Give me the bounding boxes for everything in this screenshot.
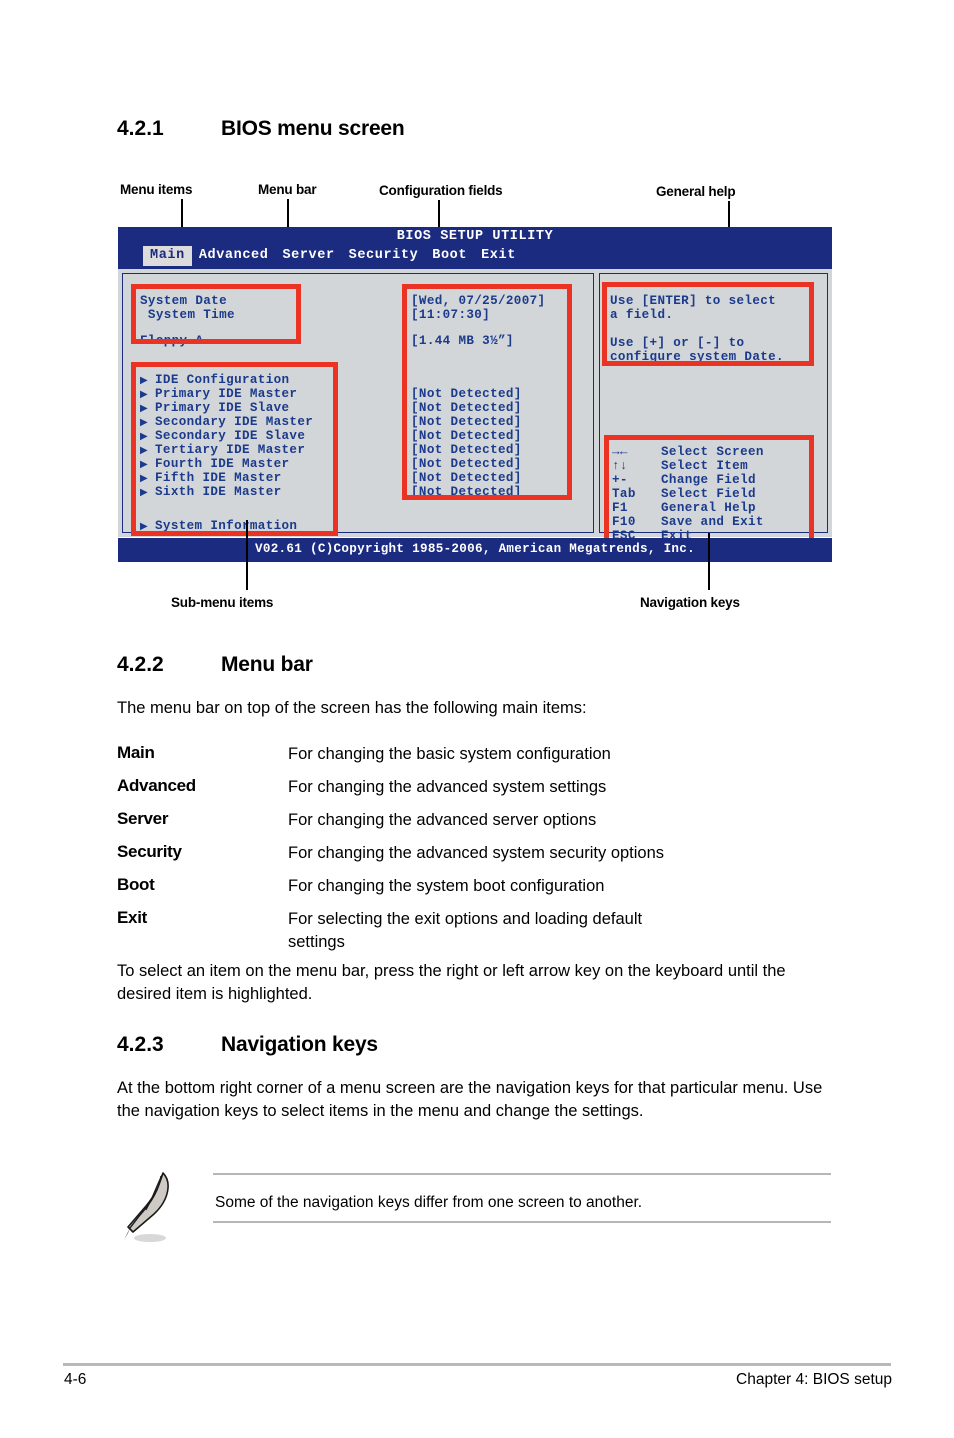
menu-bar-definition-boot: For changing the system boot configurati… bbox=[288, 877, 605, 895]
section-423-number: 4.2.3 bbox=[117, 1033, 164, 1056]
menu-bar-definition-exit: For selecting the exit options and loadi… bbox=[288, 910, 643, 951]
bios-setup-window: BIOS SETUP UTILITY Main Advanced Server … bbox=[118, 227, 832, 570]
menu-bar-definition-main: For changing the basic system configurat… bbox=[288, 745, 611, 763]
section-421-number: 4.2.1 bbox=[117, 117, 164, 140]
bios-submenu-sixth-ide-master[interactable]: Sixth IDE Master bbox=[155, 485, 282, 499]
callout-sub-menu-items: Sub-menu items bbox=[171, 595, 274, 610]
leader-line-sub-menu-items bbox=[246, 520, 248, 590]
bios-help-line-3: Use [+] or [-] to bbox=[610, 336, 745, 350]
bios-value-floppy-a[interactable]: [1.44 MB 3½”] bbox=[411, 334, 514, 348]
bios-item-floppy-a[interactable]: Floppy A bbox=[140, 334, 203, 348]
bios-value-fifth-ide-master[interactable]: [Not Detected] bbox=[411, 471, 522, 485]
bios-submenu-ide-configuration[interactable]: IDE Configuration bbox=[155, 373, 289, 387]
bios-value-tertiary-ide-master[interactable]: [Not Detected] bbox=[411, 443, 522, 457]
callout-menu-items: Menu items bbox=[120, 182, 193, 197]
nav-action-select-item: Select Item bbox=[661, 459, 748, 473]
bios-tab-advanced[interactable]: Advanced bbox=[192, 246, 276, 266]
triangle-right-icon: ▶ bbox=[140, 403, 148, 414]
bios-value-secondary-ide-slave[interactable]: [Not Detected] bbox=[411, 429, 522, 443]
section-422-title: Menu bar bbox=[221, 653, 313, 676]
nav-action-general-help: General Help bbox=[661, 501, 756, 515]
bios-value-fourth-ide-master[interactable]: [Not Detected] bbox=[411, 457, 522, 471]
bios-footer-bar: V02.61 (C)Copyright 1985-2006, American … bbox=[118, 538, 832, 562]
bios-submenu-secondary-ide-master[interactable]: Secondary IDE Master bbox=[155, 415, 313, 429]
bios-tab-server[interactable]: Server bbox=[275, 246, 341, 266]
bios-help-line-4: configure system Date. bbox=[610, 350, 784, 364]
bios-help-line-2: a field. bbox=[610, 308, 674, 322]
bios-tab-security[interactable]: Security bbox=[342, 246, 426, 266]
triangle-right-icon: ▶ bbox=[140, 521, 148, 532]
triangle-right-icon: ▶ bbox=[140, 375, 148, 386]
bios-submenu-primary-ide-slave[interactable]: Primary IDE Slave bbox=[155, 401, 289, 415]
nav-key-arrows-ud: ↑↓ bbox=[612, 459, 628, 473]
callout-menu-bar: Menu bar bbox=[258, 182, 317, 197]
callout-configuration-fields: Configuration fields bbox=[379, 183, 503, 198]
bios-value-secondary-ide-master[interactable]: [Not Detected] bbox=[411, 415, 522, 429]
nav-key-arrows-lr: →← bbox=[612, 445, 628, 459]
nav-action-save-and-exit: Save and Exit bbox=[661, 515, 764, 529]
nav-key-plus-minus: +- bbox=[612, 473, 628, 487]
bios-value-system-time[interactable]: [11:07:30] bbox=[411, 308, 490, 322]
note-text: Some of the navigation keys differ from … bbox=[215, 1194, 643, 1211]
menu-bar-term-advanced: Advanced bbox=[117, 776, 196, 795]
section-423-title: Navigation keys bbox=[221, 1033, 378, 1056]
menu-bar-definition-server: For changing the advanced server options bbox=[288, 811, 597, 829]
bios-value-primary-ide-slave[interactable]: [Not Detected] bbox=[411, 401, 522, 415]
footer-rule bbox=[63, 1363, 891, 1366]
note-rule-top bbox=[213, 1173, 831, 1175]
nav-key-f1: F1 bbox=[612, 501, 628, 515]
menu-bar-term-main: Main bbox=[117, 743, 155, 762]
bios-value-system-date[interactable]: [Wed, 07/25/2007] bbox=[411, 294, 545, 308]
bios-submenu-system-information[interactable]: System Information bbox=[155, 519, 297, 533]
bios-value-sixth-ide-master[interactable]: [Not Detected] bbox=[411, 485, 522, 499]
bios-menu-bar: Main Advanced Server Security Boot Exit bbox=[143, 246, 523, 267]
menu-bar-term-security: Security bbox=[117, 842, 182, 861]
bios-item-system-time[interactable]: System Time bbox=[140, 308, 235, 322]
bios-submenu-fourth-ide-master[interactable]: Fourth IDE Master bbox=[155, 457, 289, 471]
bios-tab-main[interactable]: Main bbox=[143, 246, 192, 266]
section-422-number: 4.2.2 bbox=[117, 653, 164, 676]
bios-value-primary-ide-master[interactable]: [Not Detected] bbox=[411, 387, 522, 401]
leader-line-navigation-keys bbox=[708, 533, 710, 590]
quill-pen-icon bbox=[116, 1170, 192, 1251]
nav-action-select-field: Select Field bbox=[661, 487, 756, 501]
nav-action-select-screen: Select Screen bbox=[661, 445, 764, 459]
bios-title-bar: BIOS SETUP UTILITY Main Advanced Server … bbox=[118, 227, 832, 269]
menu-bar-definition-advanced: For changing the advanced system setting… bbox=[288, 778, 607, 796]
menu-bar-intro: The menu bar on top of the screen has th… bbox=[117, 699, 587, 717]
bios-copyright: V02.61 (C)Copyright 1985-2006, American … bbox=[254, 542, 696, 556]
menu-bar-term-boot: Boot bbox=[117, 875, 155, 894]
note-rule-bottom bbox=[213, 1221, 831, 1223]
bios-submenu-secondary-ide-slave[interactable]: Secondary IDE Slave bbox=[155, 429, 305, 443]
menu-bar-term-server: Server bbox=[117, 809, 169, 828]
menu-bar-outro: To select an item on the menu bar, press… bbox=[117, 962, 786, 1003]
bios-body: System Date System Time Floppy A ▶ IDE C… bbox=[118, 269, 832, 543]
bios-help-line-1: Use [ENTER] to select bbox=[610, 294, 777, 308]
chapter-label: Chapter 4: BIOS setup bbox=[736, 1371, 892, 1388]
bios-title: BIOS SETUP UTILITY bbox=[396, 229, 554, 244]
menu-bar-definition-security: For changing the advanced system securit… bbox=[288, 844, 665, 862]
bios-item-system-date[interactable]: System Date bbox=[140, 294, 227, 308]
bios-submenu-fifth-ide-master[interactable]: Fifth IDE Master bbox=[155, 471, 282, 485]
callout-general-help: General help bbox=[656, 184, 736, 199]
callout-navigation-keys: Navigation keys bbox=[640, 595, 740, 610]
bios-tab-boot[interactable]: Boot bbox=[425, 246, 474, 266]
bios-submenu-primary-ide-master[interactable]: Primary IDE Master bbox=[155, 387, 297, 401]
triangle-right-icon: ▶ bbox=[140, 487, 148, 498]
nav-action-change-field: Change Field bbox=[661, 473, 756, 487]
navigation-keys-body: At the bottom right corner of a menu scr… bbox=[117, 1079, 823, 1120]
bios-tab-exit[interactable]: Exit bbox=[474, 246, 523, 266]
nav-key-f10: F10 bbox=[612, 515, 636, 529]
triangle-right-icon: ▶ bbox=[140, 445, 148, 456]
triangle-right-icon: ▶ bbox=[140, 431, 148, 442]
triangle-right-icon: ▶ bbox=[140, 459, 148, 470]
triangle-right-icon: ▶ bbox=[140, 473, 148, 484]
menu-bar-term-exit: Exit bbox=[117, 908, 147, 927]
page-number: 4-6 bbox=[64, 1371, 87, 1388]
nav-key-tab: Tab bbox=[612, 487, 636, 501]
bios-submenu-tertiary-ide-master[interactable]: Tertiary IDE Master bbox=[155, 443, 305, 457]
triangle-right-icon: ▶ bbox=[140, 417, 148, 428]
section-421-title: BIOS menu screen bbox=[221, 117, 405, 140]
triangle-right-icon: ▶ bbox=[140, 389, 148, 400]
